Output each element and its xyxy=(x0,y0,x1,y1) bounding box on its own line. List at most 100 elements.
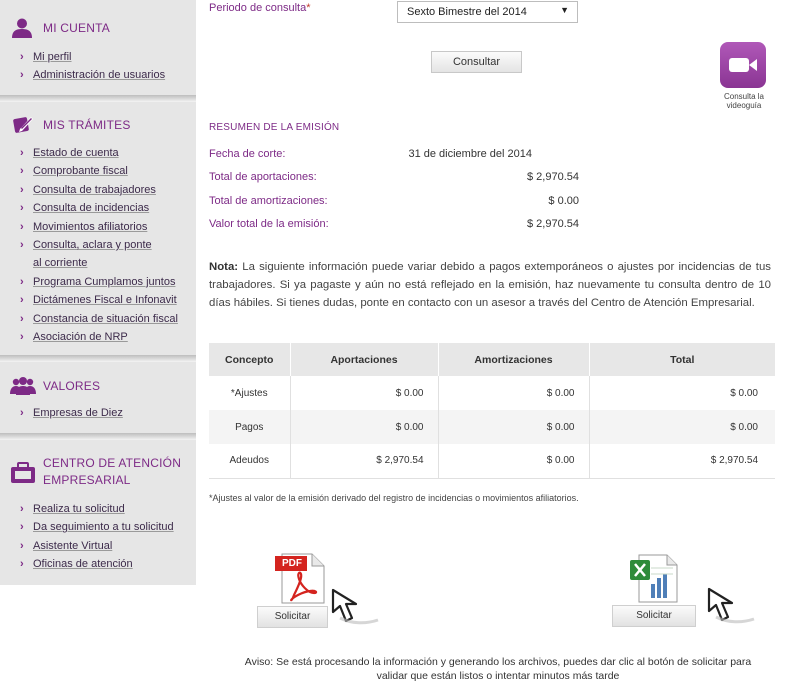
section-title-line2: EMPRESARIAL xyxy=(43,473,131,487)
solicitar-pdf-button[interactable]: Solicitar xyxy=(257,606,328,628)
table-cell: $ 0.00 xyxy=(588,376,775,410)
menu-valores: › Empresas de Diez xyxy=(20,404,190,422)
sidebar-item-asociacion-nrp[interactable]: › Asociación de NRP xyxy=(20,328,190,346)
sidebar-item-cumplamos-juntos[interactable]: › Programa Cumplamos juntos xyxy=(20,273,190,291)
chevron-right-icon: › xyxy=(20,147,24,159)
chevron-right-icon: › xyxy=(20,165,24,178)
table-cell: $ 2,970.54 xyxy=(588,444,775,479)
video-camera-icon xyxy=(729,58,757,72)
consultar-button[interactable]: Consultar xyxy=(431,51,522,73)
user-icon xyxy=(10,17,34,39)
group-icon xyxy=(10,375,36,397)
column-header: Total xyxy=(588,343,775,376)
column-header: Amortizaciones xyxy=(437,343,589,376)
sidebar-item-dictamenes[interactable]: › Dictámenes Fiscal e Infonavit xyxy=(20,291,190,309)
required-mark: * xyxy=(306,2,311,14)
chevron-right-icon: › xyxy=(20,275,24,288)
column-header: Concepto xyxy=(209,343,290,376)
summary-value: $ 2,970.54 xyxy=(527,171,579,183)
summary-value: $ 2,970.54 xyxy=(527,218,579,230)
ajustes-footnote: *Ajustes al valor de la emisión derivado… xyxy=(209,493,579,503)
table-cell: *Ajustes xyxy=(230,387,268,399)
chevron-right-icon: › xyxy=(20,51,24,63)
table-cell: $ 0.00 xyxy=(437,410,589,444)
video-guide-caption: Consulta la videoguía xyxy=(723,92,765,110)
briefcase-icon xyxy=(10,462,35,484)
aviso-line-2: validar que están listos o intentar minu… xyxy=(376,670,620,682)
chevron-right-icon: › xyxy=(20,558,24,571)
nota-paragraph: Nota: La siguiente información puede var… xyxy=(209,258,771,312)
section-title-line1: CENTRO DE ATENCIÓN xyxy=(43,456,182,470)
aviso-message: Aviso: Se está procesando la información… xyxy=(196,655,800,683)
sidebar-item-asistente-virtual[interactable]: › Asistente Virtual xyxy=(20,537,190,555)
pdf-file-icon: PDF xyxy=(274,553,330,610)
summary-label: Valor total de la emisión: xyxy=(209,218,329,230)
summary-label: Fecha de corte: xyxy=(209,148,286,160)
aviso-line-1: Aviso: Se está procesando la información… xyxy=(244,656,752,668)
sidebar-item-estado-de-cuenta[interactable]: › Estado de cuenta xyxy=(20,144,190,162)
summary-label: Total de aportaciones: xyxy=(209,171,317,183)
summary-row-fecha-corte: Fecha de corte: 31 de diciembre del 2014 xyxy=(209,148,609,164)
summary-row-valor-total: Valor total de la emisión: $ 2,970.54 xyxy=(209,218,609,234)
sidebar-item-seguimiento-solicitud[interactable]: › Da seguimiento a tu solicitud xyxy=(20,518,190,536)
chevron-right-icon: › xyxy=(20,503,24,515)
table-cell: $ 0.00 xyxy=(437,444,589,479)
pointer-cursor-icon xyxy=(706,587,758,630)
solicitar-excel-button[interactable]: Solicitar xyxy=(612,605,696,627)
summary-label: Total de amortizaciones: xyxy=(209,195,328,207)
sidebar-item-oficinas-atencion[interactable]: › Oficinas de atención xyxy=(20,555,190,573)
chevron-right-icon: › xyxy=(20,539,24,552)
resumen-title: RESUMEN DE LA EMISIÓN xyxy=(209,122,340,133)
chevron-right-icon: › xyxy=(20,294,24,307)
table-row: Adeudos $ 2,970.54 $ 0.00 $ 2,970.54 xyxy=(209,444,775,479)
nota-bold: Nota: xyxy=(209,261,239,273)
pencil-icon xyxy=(10,114,34,136)
sidebar-item-realiza-solicitud[interactable]: › Realiza tu solicitud xyxy=(20,500,190,518)
chevron-right-icon: › xyxy=(20,220,24,233)
section-title: MIS TRÁMITES xyxy=(43,117,131,132)
table-cell: $ 0.00 xyxy=(289,410,438,444)
summary-row-amortizaciones: Total de amortizaciones: $ 0.00 xyxy=(209,195,609,211)
sidebar-item-consulta-aclara[interactable]: › Consulta, aclara y ponte al corriente xyxy=(20,236,160,273)
chevron-right-icon: › xyxy=(20,69,24,82)
divider xyxy=(0,95,196,102)
section-title: VALORES xyxy=(43,378,101,393)
period-label-text: Periodo de consulta xyxy=(209,2,307,14)
period-label: Periodo de consulta* xyxy=(209,2,311,14)
sidebar-item-consulta-incidencias[interactable]: › Consulta de incidencias xyxy=(20,199,190,217)
table-cell: Adeudos xyxy=(209,444,290,479)
column-header: Aportaciones xyxy=(289,343,438,376)
menu-mis-tramites: › Estado de cuenta › Comprobante fiscal › C… xyxy=(20,144,190,346)
period-select-value: Sexto Bimestre del 2014 xyxy=(407,6,527,18)
divider xyxy=(0,433,196,440)
chevron-right-icon: › xyxy=(20,202,24,215)
menu-centro-atencion: › Realiza tu solicitud › Da seguimiento a … xyxy=(20,500,190,574)
period-select[interactable]: Sexto Bimestre del 2014 ▼ xyxy=(397,1,578,23)
sidebar-item-empresas-de-diez[interactable]: › Empresas de Diez xyxy=(20,404,190,422)
pointer-cursor-icon xyxy=(330,588,382,631)
video-guide-button[interactable] xyxy=(720,42,766,88)
chevron-right-icon: › xyxy=(20,312,24,325)
table-row: *Ajustes $ 0.00 $ 0.00 $ 0.00 xyxy=(209,376,775,410)
summary-value: $ 0.00 xyxy=(548,195,579,207)
emision-table: Concepto Aportaciones Amortizaciones Tot… xyxy=(209,343,775,479)
chevron-right-icon: › xyxy=(20,331,24,344)
chevron-right-icon: › xyxy=(20,183,24,196)
dropdown-arrow-icon: ▼ xyxy=(560,5,569,15)
excel-file-icon xyxy=(629,554,679,609)
menu-mi-cuenta: › Mi perfil › Administración de usuarios xyxy=(20,48,190,85)
chevron-right-icon: › xyxy=(20,239,24,252)
sidebar-item-administracion-usuarios[interactable]: › Administración de usuarios xyxy=(20,66,190,84)
pdf-badge-label: PDF xyxy=(282,558,302,569)
table-cell: $ 2,970.54 xyxy=(289,444,438,479)
table-row: Pagos $ 0.00 $ 0.00 $ 0.00 xyxy=(209,410,775,444)
sidebar-item-mi-perfil[interactable]: › Mi perfil xyxy=(20,48,190,66)
summary-row-aportaciones: Total de aportaciones: $ 2,970.54 xyxy=(209,171,609,187)
sidebar-item-movimientos-afiliatorios[interactable]: › Movimientos afiliatorios xyxy=(20,218,190,236)
table-cell: Pagos xyxy=(209,410,290,444)
sidebar-item-constancia-fiscal[interactable]: › Constancia de situación fiscal xyxy=(20,310,190,328)
divider xyxy=(0,355,196,362)
sidebar-item-comprobante-fiscal[interactable]: › Comprobante fiscal xyxy=(20,162,190,180)
table-cell: $ 0.00 xyxy=(289,376,438,410)
sidebar-item-consulta-trabajadores[interactable]: › Consulta de trabajadores xyxy=(20,181,190,199)
